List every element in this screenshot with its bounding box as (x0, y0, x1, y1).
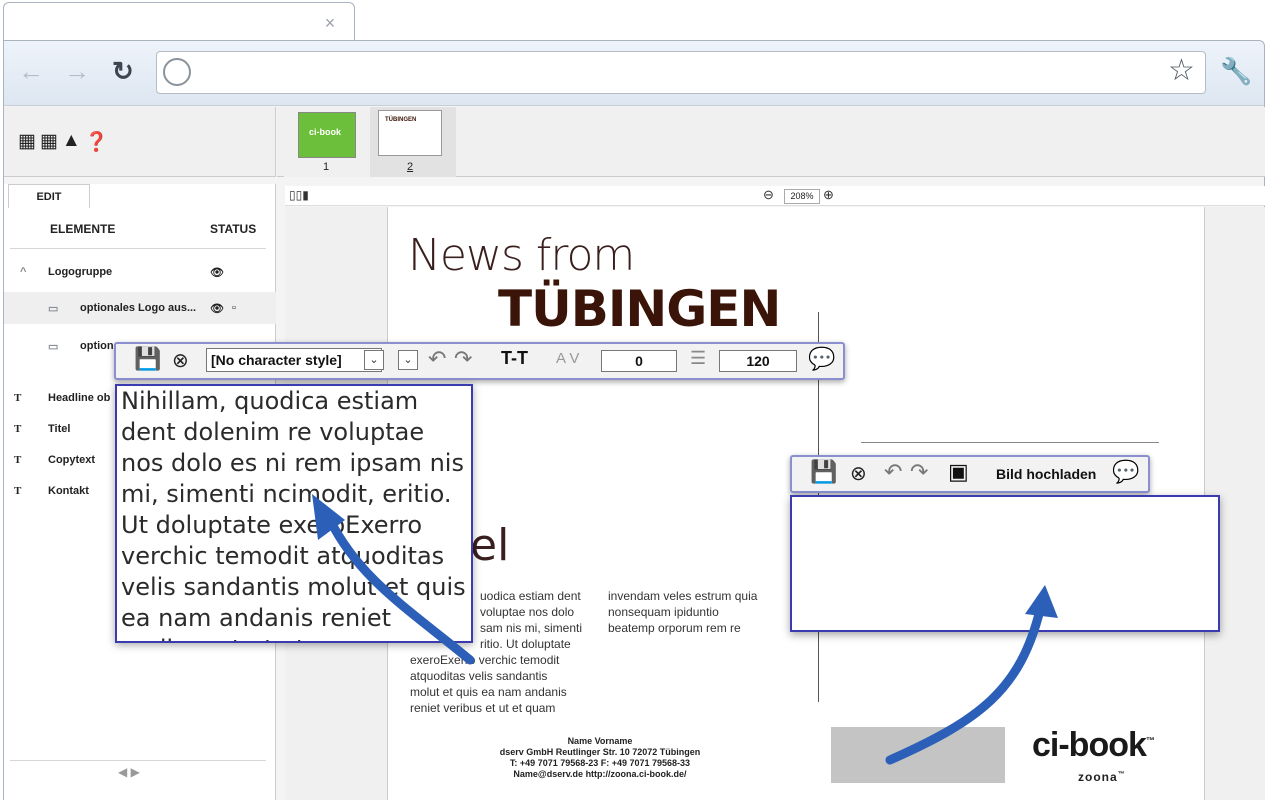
reload-icon[interactable]: ↻ (112, 56, 134, 87)
forward-arrow-icon[interactable]: → (64, 56, 90, 87)
thumbnail-image: TÜBINGEN (378, 110, 442, 156)
text-format-icon[interactable]: T-T (501, 348, 528, 369)
divider (10, 248, 266, 249)
wrench-icon[interactable]: 🔧 (1220, 56, 1252, 87)
page-thumbnails: ci-book 1 TÜBINGEN 2 (277, 107, 1265, 177)
canvas-toolbar: ▯▯▮ ⊖ ⊕ (285, 186, 1265, 206)
checkbox-icon[interactable]: ▫ (232, 302, 236, 314)
col-header-elements: ELEMENTE (50, 222, 116, 236)
divider (10, 760, 266, 761)
line-spacing-icon[interactable]: ☰ (690, 348, 706, 369)
text-icon: T (14, 423, 22, 435)
thumbnail-page-2[interactable]: TÜBINGEN 2 (370, 107, 456, 177)
image-upload-box[interactable] (790, 495, 1220, 632)
chevron-down-icon[interactable]: ⌄ (398, 350, 418, 370)
image-icon[interactable]: ▣ (948, 459, 969, 485)
globe-icon (163, 58, 191, 86)
zoona-logo: zoona™ (1078, 770, 1126, 784)
headline-news[interactable]: News from (408, 230, 635, 281)
headline-city[interactable]: TÜBINGEN (498, 280, 781, 338)
visibility-eye-icon[interactable]: 👁 (210, 266, 224, 279)
help-icon[interactable]: ❓ (85, 130, 109, 154)
copy-column-1[interactable]: uodica estiam dent voluptae nos dolo sam… (480, 588, 582, 636)
tracking-stepper[interactable]: 0 (601, 350, 677, 372)
element-row-logo[interactable]: ▭ optionales Logo aus... 👁 ▫ (4, 292, 276, 324)
app-tools: ▦ ▦ ▲ ❓ (18, 130, 108, 154)
copy-column-1-lower[interactable]: ritio. Ut doluptate exeroExerro verchic … (410, 636, 571, 716)
address-bar[interactable] (156, 51, 1206, 94)
col-header-status: STATUS (210, 222, 257, 236)
divider-line (861, 442, 1159, 443)
undo-icon[interactable]: ↶ (428, 346, 446, 372)
redo-icon[interactable]: ↷ (910, 459, 928, 485)
zoom-level[interactable]: 208% (784, 189, 820, 204)
star-icon[interactable]: ☆ (1168, 53, 1195, 88)
save-doc-icon[interactable]: ▦ (40, 130, 58, 154)
text-icon: T (14, 454, 22, 466)
image-placeholder[interactable] (831, 727, 1005, 783)
contact-block[interactable]: Name Vorname dserv GmbH Reutlinger Str. … (480, 736, 720, 780)
thumbnail-page-1[interactable]: ci-book 1 (284, 107, 370, 177)
share-icon[interactable]: ▲ (62, 130, 81, 154)
comment-icon[interactable]: 💬 (1112, 459, 1139, 485)
ci-book-logo: ci-book™ (1032, 726, 1155, 764)
close-icon[interactable]: ⊗ (850, 461, 867, 486)
upload-image-button[interactable]: Bild hochladen (996, 466, 1096, 482)
undo-icon[interactable]: ↶ (884, 459, 902, 485)
chevron-down-icon[interactable]: ⌄ (364, 350, 384, 370)
collapse-icon[interactable]: ^ (20, 266, 26, 278)
tab-close-icon[interactable]: × (320, 13, 340, 33)
thumbnail-image: ci-book (298, 112, 356, 158)
visibility-eye-icon[interactable]: 👁 (210, 302, 224, 315)
browser-window: × ← → ↻ ☆ 🔧 ▦ ▦ ▲ ❓ ci-book 1 TÜBINGEN 2… (0, 0, 1267, 800)
character-style-select[interactable]: [No character style] (206, 348, 382, 372)
title-text[interactable]: el (470, 520, 509, 571)
kerning-icon[interactable]: A V (556, 350, 579, 367)
text-icon: T (14, 485, 22, 497)
redo-icon[interactable]: ↷ (454, 346, 472, 372)
image-icon: ▭ (48, 303, 59, 315)
element-row-logogruppe[interactable]: ^ Logogruppe 👁 (4, 256, 276, 288)
zoom-out-icon[interactable]: ⊖ (763, 187, 774, 203)
copy-column-2[interactable]: invendam veles estrum quia nonsequam ipi… (608, 588, 757, 636)
pager-arrows[interactable]: ◀ ▶ (118, 765, 140, 779)
close-icon[interactable]: ⊗ (172, 348, 189, 373)
comment-icon[interactable]: 💬 (808, 346, 835, 372)
tab-edit[interactable]: EDIT (8, 184, 90, 208)
image-icon: ▭ (48, 341, 59, 353)
leading-stepper[interactable]: 120 (719, 350, 797, 372)
zoom-in-icon[interactable]: ⊕ (823, 187, 834, 203)
save-icon[interactable]: 💾 (810, 459, 837, 485)
text-editor[interactable]: Nihillam, quodica estiam dent dolenim re… (115, 384, 473, 643)
delete-doc-icon[interactable]: ▦ (18, 130, 36, 154)
text-icon: T (14, 392, 22, 404)
back-arrow-icon[interactable]: ← (18, 56, 44, 87)
page-tools-icon[interactable]: ▯▯▮ (289, 188, 309, 202)
save-icon[interactable]: 💾 (134, 346, 161, 372)
